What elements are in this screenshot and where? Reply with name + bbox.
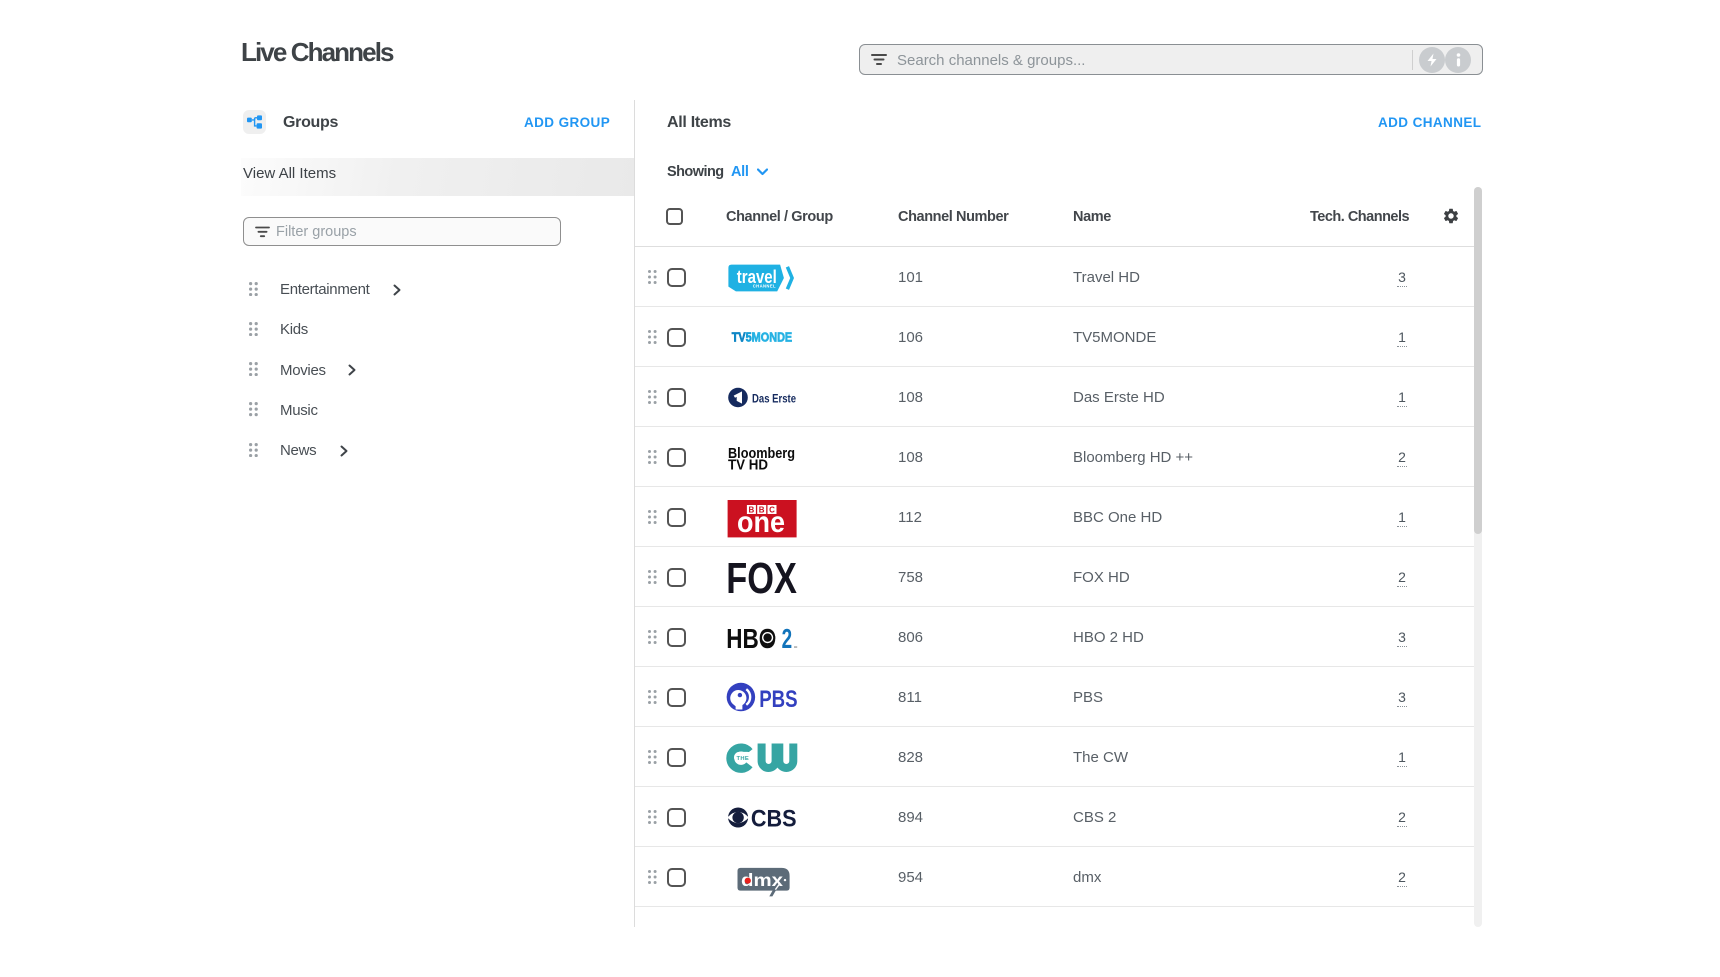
svg-text:FOX: FOX bbox=[726, 555, 797, 603]
svg-text:one: one bbox=[737, 506, 785, 539]
svg-text:PBS: PBS bbox=[759, 686, 797, 713]
svg-text:TV HD: TV HD bbox=[728, 457, 768, 474]
svg-text:CHANNEL: CHANNEL bbox=[753, 284, 776, 289]
svg-text:CBS: CBS bbox=[751, 806, 797, 833]
svg-text:2: 2 bbox=[782, 623, 793, 654]
svg-text:TV5MONDE: TV5MONDE bbox=[732, 330, 793, 345]
svg-text:Das Erste: Das Erste bbox=[752, 393, 796, 405]
svg-text:THE: THE bbox=[737, 756, 750, 762]
